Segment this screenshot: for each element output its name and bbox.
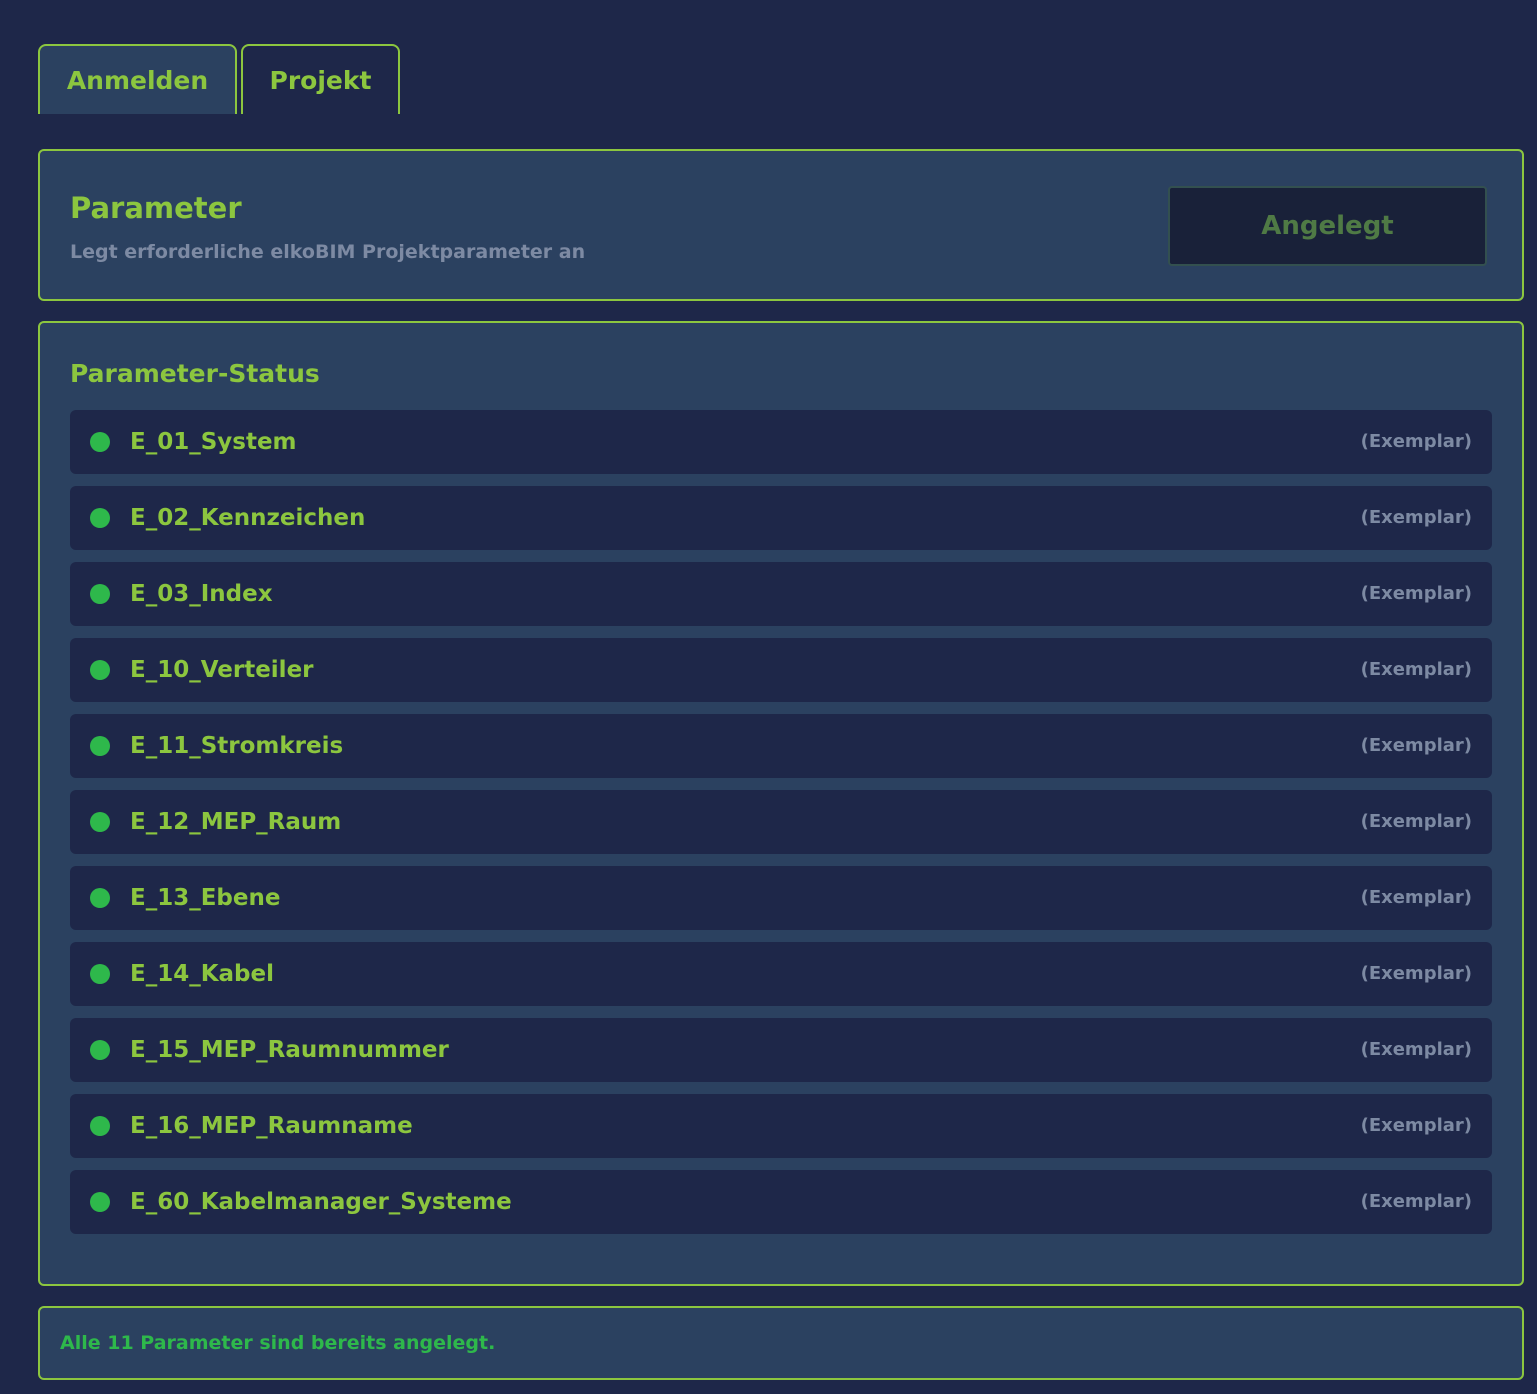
list-item: E_60_Kabelmanager_Systeme (Exemplar) [70, 1170, 1492, 1234]
parameter-type: (Exemplar) [1360, 1039, 1472, 1060]
parameter-type: (Exemplar) [1360, 963, 1472, 984]
list-item: E_10_Verteiler (Exemplar) [70, 638, 1492, 702]
parameter-name: E_01_System [130, 429, 297, 455]
parameter-status-title: Parameter-Status [70, 359, 320, 388]
parameter-type: (Exemplar) [1360, 583, 1472, 604]
parameter-name: E_16_MEP_Raumname [130, 1113, 413, 1139]
parameter-type: (Exemplar) [1360, 1191, 1472, 1212]
summary-message: Alle 11 Parameter sind bereits angelegt. [60, 1332, 496, 1354]
list-item: E_03_Index (Exemplar) [70, 562, 1492, 626]
status-dot-icon [90, 1040, 110, 1060]
list-item: E_15_MEP_Raumnummer (Exemplar) [70, 1018, 1492, 1082]
parameter-status-panel: Parameter-Status E_01_System (Exemplar) … [38, 321, 1524, 1286]
parameter-name: E_11_Stromkreis [130, 733, 344, 759]
tab-anmelden[interactable]: Anmelden [38, 44, 237, 114]
list-item: E_12_MEP_Raum (Exemplar) [70, 790, 1492, 854]
parameter-type: (Exemplar) [1360, 735, 1472, 756]
tab-projekt[interactable]: Projekt [241, 44, 400, 114]
parameter-type: (Exemplar) [1360, 659, 1472, 680]
status-dot-icon [90, 660, 110, 680]
parameter-title: Parameter [70, 191, 242, 225]
parameter-name: E_13_Ebene [130, 885, 281, 911]
status-dot-icon [90, 1192, 110, 1212]
parameter-name: E_14_Kabel [130, 961, 275, 987]
list-item: E_16_MEP_Raumname (Exemplar) [70, 1094, 1492, 1158]
parameter-name: E_12_MEP_Raum [130, 809, 342, 835]
parameter-type: (Exemplar) [1360, 811, 1472, 832]
status-dot-icon [90, 584, 110, 604]
parameter-type: (Exemplar) [1360, 431, 1472, 452]
list-item: E_13_Ebene (Exemplar) [70, 866, 1492, 930]
status-dot-icon [90, 736, 110, 756]
parameter-type: (Exemplar) [1360, 887, 1472, 908]
parameter-type: (Exemplar) [1360, 1115, 1472, 1136]
parameter-type: (Exemplar) [1360, 507, 1472, 528]
list-item: E_02_Kennzeichen (Exemplar) [70, 486, 1492, 550]
status-dot-icon [90, 1116, 110, 1136]
status-dot-icon [90, 432, 110, 452]
parameter-name: E_03_Index [130, 581, 273, 607]
list-item: E_11_Stromkreis (Exemplar) [70, 714, 1492, 778]
parameter-panel: Parameter Legt erforderliche elkoBIM Pro… [38, 149, 1524, 301]
list-item: E_01_System (Exemplar) [70, 410, 1492, 474]
parameter-name: E_10_Verteiler [130, 657, 314, 683]
parameter-subtitle: Legt erforderliche elkoBIM Projektparame… [70, 241, 586, 263]
summary-panel: Alle 11 Parameter sind bereits angelegt. [38, 1306, 1524, 1380]
status-dot-icon [90, 964, 110, 984]
parameter-name: E_15_MEP_Raumnummer [130, 1037, 449, 1063]
parameter-name: E_60_Kabelmanager_Systeme [130, 1189, 512, 1215]
status-dot-icon [90, 888, 110, 908]
list-item: E_14_Kabel (Exemplar) [70, 942, 1492, 1006]
status-dot-icon [90, 508, 110, 528]
angelegt-button[interactable]: Angelegt [1168, 186, 1487, 266]
parameter-name: E_02_Kennzeichen [130, 505, 366, 531]
status-dot-icon [90, 812, 110, 832]
